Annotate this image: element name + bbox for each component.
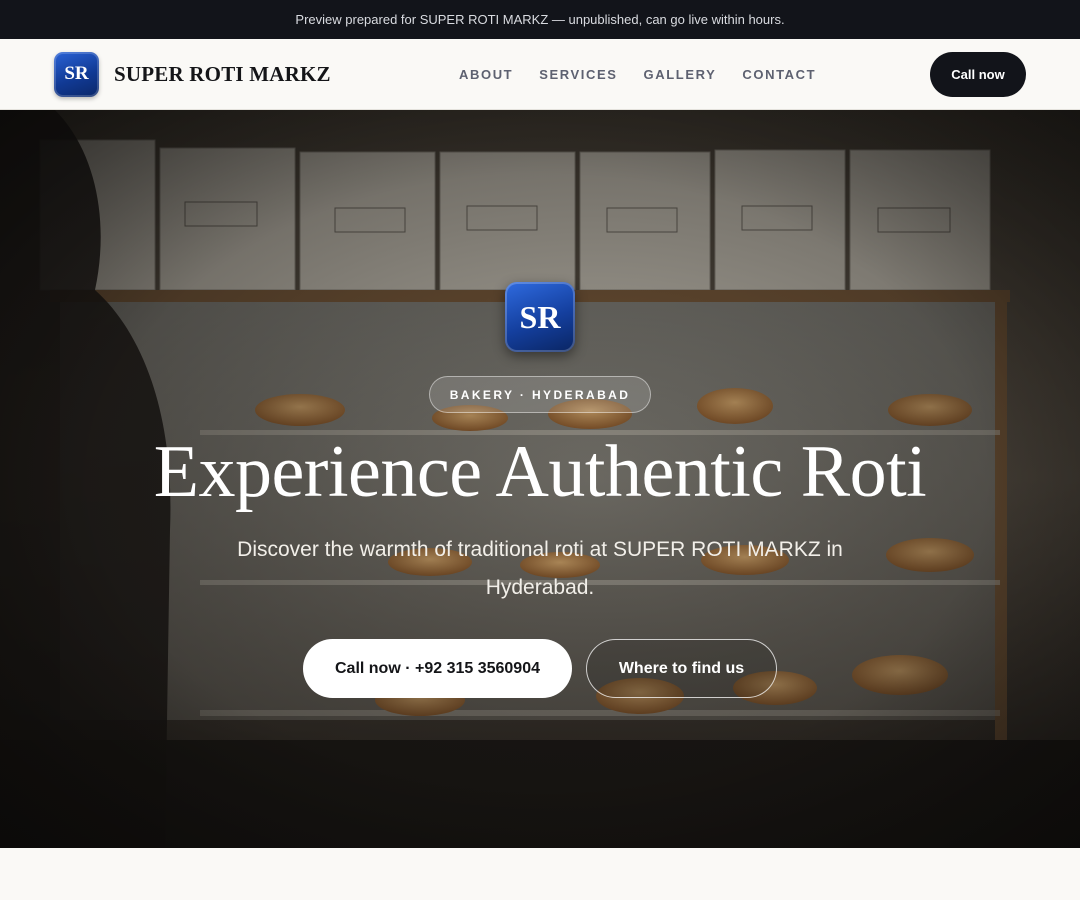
category-badge: BAKERY · HYDERABAD: [429, 376, 651, 413]
hero-content: SR BAKERY · HYDERABAD Experience Authent…: [0, 110, 1080, 848]
site-header: SR SUPER ROTI MARKZ ABOUT SERVICES GALLE…: [0, 39, 1080, 110]
hero-logo-icon: SR: [505, 282, 575, 352]
logo-icon[interactable]: SR: [54, 51, 99, 97]
main-nav: ABOUT SERVICES GALLERY CONTACT: [459, 39, 842, 109]
nav-link-contact[interactable]: CONTACT: [742, 67, 816, 82]
preview-banner: Preview prepared for SUPER ROTI MARKZ — …: [0, 0, 1080, 39]
nav-link-services[interactable]: SERVICES: [539, 67, 617, 82]
brand[interactable]: SR SUPER ROTI MARKZ: [54, 51, 331, 97]
preview-banner-text: Preview prepared for SUPER ROTI MARKZ — …: [295, 12, 785, 27]
find-us-button[interactable]: Where to find us: [586, 639, 777, 698]
hero-headline: Experience Authentic Roti: [153, 431, 927, 513]
call-phone-button[interactable]: Call now · +92 315 3560904: [303, 639, 572, 698]
nav-link-gallery[interactable]: GALLERY: [644, 67, 717, 82]
next-section: [0, 848, 1080, 900]
nav-link-about[interactable]: ABOUT: [459, 67, 513, 82]
hero-section: SR BAKERY · HYDERABAD Experience Authent…: [0, 110, 1080, 848]
hero-subtitle: Discover the warmth of traditional roti …: [237, 538, 843, 599]
brand-name[interactable]: SUPER ROTI MARKZ: [114, 62, 331, 87]
call-now-button[interactable]: Call now: [930, 52, 1026, 97]
